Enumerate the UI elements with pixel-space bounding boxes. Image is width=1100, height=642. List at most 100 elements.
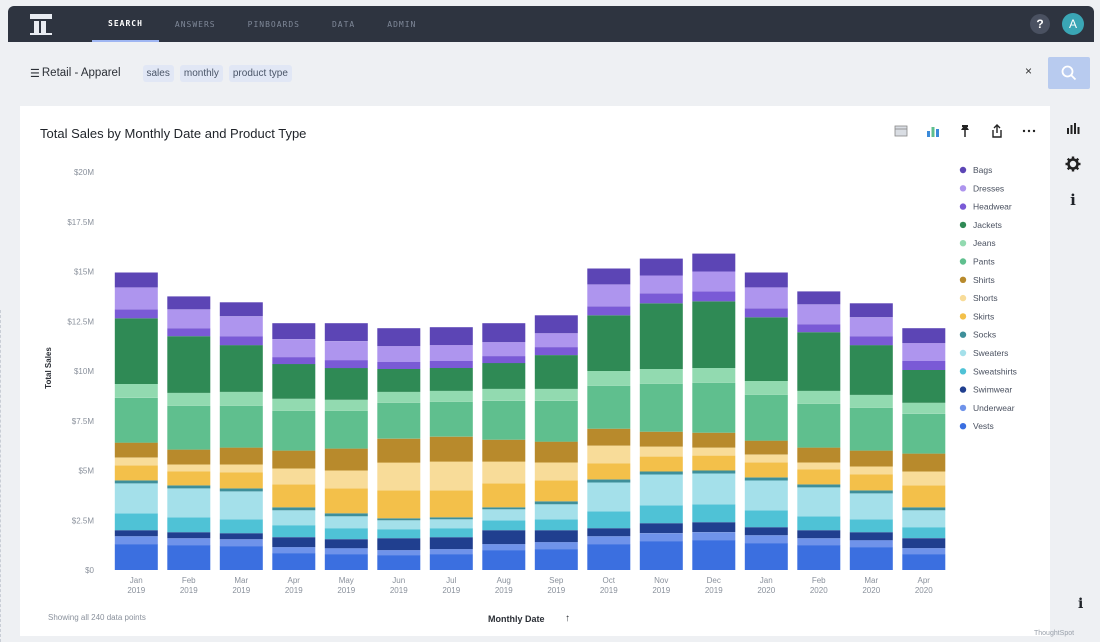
bar-segment-sweatshirts[interactable] — [167, 517, 211, 533]
bar-segment-jeans[interactable] — [167, 392, 211, 406]
bar-segment-sweaters[interactable] — [692, 473, 736, 505]
bar-segment-jackets[interactable] — [744, 317, 788, 381]
bar-segment-jeans[interactable] — [534, 388, 578, 401]
bar-segment-shorts[interactable] — [167, 464, 211, 472]
bar-segment-pants[interactable] — [639, 383, 683, 432]
bar-segment-bags[interactable] — [639, 258, 683, 276]
bar-segment-shirts[interactable] — [849, 450, 893, 467]
bar-segment-sweaters[interactable] — [797, 487, 841, 517]
bar-segment-skirts[interactable] — [219, 472, 263, 489]
bar-segment-sweaters[interactable] — [534, 504, 578, 520]
bar-segment-sweatshirts[interactable] — [377, 529, 421, 539]
bar-segment-dresses[interactable] — [744, 287, 788, 309]
bar-segment-shirts[interactable] — [639, 431, 683, 447]
bar-segment-pants[interactable] — [587, 385, 631, 429]
avatar[interactable]: A — [1062, 13, 1084, 35]
bar-segment-underwear[interactable] — [744, 535, 788, 544]
bar-segment-dresses[interactable] — [167, 309, 211, 329]
bar-segment-shirts[interactable] — [272, 450, 316, 469]
bar-segment-socks[interactable] — [114, 480, 158, 484]
bar-segment-shirts[interactable] — [797, 447, 841, 463]
bar-segment-bags[interactable] — [167, 296, 211, 310]
bar-segment-vests[interactable] — [114, 544, 158, 570]
bar-segment-shorts[interactable] — [797, 462, 841, 470]
legend-item[interactable]: Bags — [973, 165, 992, 175]
bar-segment-skirts[interactable] — [482, 483, 526, 508]
bar-segment-pants[interactable] — [219, 405, 263, 448]
bar-segment-dresses[interactable] — [429, 345, 473, 361]
info-icon[interactable]: i — [1062, 190, 1084, 210]
bar-segment-sweaters[interactable] — [429, 519, 473, 529]
legend-item[interactable]: Underwear — [973, 403, 1015, 413]
bar-segment-vests[interactable] — [797, 545, 841, 570]
bar-segment-sweatshirts[interactable] — [797, 516, 841, 531]
x-axis-label[interactable]: Monthly Date — [488, 614, 545, 624]
bar-segment-socks[interactable] — [377, 518, 421, 521]
bar-segment-swimwear[interactable] — [114, 530, 158, 537]
bar-segment-dresses[interactable] — [482, 342, 526, 356]
bar-segment-vests[interactable] — [272, 553, 316, 570]
bar-segment-socks[interactable] — [272, 507, 316, 511]
bar-segment-headwear[interactable] — [482, 356, 526, 364]
visualize-icon[interactable] — [1062, 118, 1084, 138]
bar-segment-headwear[interactable] — [114, 309, 158, 319]
bar-segment-sweaters[interactable] — [744, 480, 788, 511]
bar-segment-underwear[interactable] — [692, 532, 736, 541]
bar-segment-sweatshirts[interactable] — [219, 519, 263, 534]
bar-segment-underwear[interactable] — [167, 538, 211, 546]
bar-segment-shirts[interactable] — [744, 440, 788, 455]
bar-segment-sweatshirts[interactable] — [849, 519, 893, 533]
bar-segment-swimwear[interactable] — [902, 538, 946, 549]
bar-segment-shorts[interactable] — [639, 446, 683, 457]
bar-segment-underwear[interactable] — [534, 542, 578, 550]
bar-segment-shorts[interactable] — [324, 470, 368, 489]
bar-segment-dresses[interactable] — [534, 333, 578, 348]
bar-segment-swimwear[interactable] — [797, 530, 841, 539]
bar-segment-pants[interactable] — [482, 400, 526, 440]
legend-item[interactable]: Jackets — [973, 220, 1002, 230]
sort-ascending-icon[interactable]: ↑ — [565, 613, 570, 624]
bar-segment-vests[interactable] — [534, 549, 578, 570]
bar-segment-vests[interactable] — [482, 550, 526, 570]
bar-segment-headwear[interactable] — [429, 361, 473, 368]
bar-segment-jackets[interactable] — [219, 345, 263, 392]
bar-segment-skirts[interactable] — [272, 484, 316, 508]
bar-segment-jackets[interactable] — [272, 364, 316, 399]
bar-segment-shorts[interactable] — [114, 457, 158, 466]
bar-segment-sweatshirts[interactable] — [744, 510, 788, 528]
bar-segment-jeans[interactable] — [114, 383, 158, 398]
bar-segment-dresses[interactable] — [587, 284, 631, 307]
bar-segment-shorts[interactable] — [744, 454, 788, 463]
bar-segment-pants[interactable] — [167, 405, 211, 450]
bar-segment-headwear[interactable] — [797, 324, 841, 333]
bar-segment-headwear[interactable] — [534, 347, 578, 356]
bar-segment-sweaters[interactable] — [849, 493, 893, 520]
bar-segment-pants[interactable] — [797, 403, 841, 448]
bar-segment-bags[interactable] — [219, 302, 263, 317]
bar-segment-underwear[interactable] — [849, 540, 893, 548]
bar-segment-headwear[interactable] — [167, 328, 211, 337]
bar-segment-jackets[interactable] — [114, 318, 158, 384]
bar-segment-underwear[interactable] — [902, 548, 946, 555]
bar-segment-shirts[interactable] — [377, 438, 421, 463]
bar-segment-dresses[interactable] — [324, 341, 368, 361]
bar-segment-underwear[interactable] — [114, 536, 158, 545]
bar-segment-dresses[interactable] — [219, 316, 263, 337]
bar-segment-skirts[interactable] — [377, 490, 421, 519]
bar-segment-skirts[interactable] — [849, 474, 893, 491]
bar-segment-swimwear[interactable] — [272, 537, 316, 548]
bar-segment-underwear[interactable] — [639, 533, 683, 542]
search-token-monthly[interactable]: monthly — [179, 64, 223, 82]
bar-segment-dresses[interactable] — [849, 317, 893, 337]
bar-segment-bags[interactable] — [692, 253, 736, 272]
bar-segment-socks[interactable] — [849, 490, 893, 494]
bar-segment-sweatshirts[interactable] — [534, 519, 578, 531]
bar-segment-headwear[interactable] — [902, 361, 946, 370]
bar-segment-skirts[interactable] — [639, 456, 683, 472]
bar-segment-dresses[interactable] — [902, 343, 946, 361]
bar-segment-underwear[interactable] — [482, 544, 526, 551]
bar-segment-shirts[interactable] — [167, 449, 211, 465]
tab-admin[interactable]: ADMIN — [371, 6, 432, 42]
bar-segment-swimwear[interactable] — [429, 537, 473, 550]
bar-segment-sweatshirts[interactable] — [482, 520, 526, 531]
